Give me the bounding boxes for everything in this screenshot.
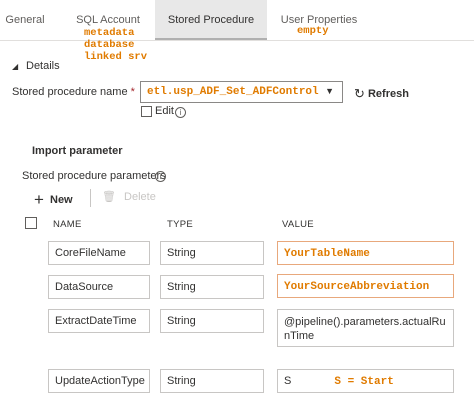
value-annotation: S = Start (334, 376, 394, 388)
annotation-line: linked srv (84, 51, 148, 63)
toolbar-divider (90, 189, 91, 207)
edit-label: Edit (155, 105, 174, 117)
param-type-field[interactable]: String (160, 241, 264, 265)
trash-icon: 🗑 (102, 191, 116, 203)
new-button[interactable]: + New (34, 188, 73, 209)
collapse-triangle-icon[interactable]: ◢ (12, 62, 18, 71)
param-value-text: YourSourceAbbreviation (284, 281, 430, 293)
tab-sql-account-label: SQL Account (76, 14, 140, 26)
sql-account-annotation: metadata database linked srv (84, 27, 147, 63)
sp-name-label: Stored procedure name * (12, 86, 135, 98)
param-value-field[interactable]: S S = Start (277, 369, 454, 393)
tab-general[interactable]: General (0, 0, 50, 40)
param-name-field[interactable]: DataSource (48, 275, 150, 299)
chevron-down-icon: ▼ (325, 86, 334, 96)
param-value-field[interactable]: YourTableName (277, 241, 454, 265)
refresh-icon: ↻ (354, 86, 365, 101)
delete-button[interactable]: 🗑 Delete (102, 190, 156, 203)
sp-name-value: etl.usp_ADF_Set_ADFControl (147, 86, 319, 98)
new-label: New (50, 194, 73, 206)
sp-name-label-text: Stored procedure name (12, 86, 128, 98)
annotation-line: database (84, 39, 135, 51)
info-icon[interactable]: i (175, 107, 186, 118)
param-value-textarea[interactable]: @pipeline().parameters.actualRunTime (277, 309, 454, 347)
select-all-checkbox[interactable] (25, 217, 37, 229)
params-info-icon[interactable]: i (155, 171, 166, 182)
param-type-field[interactable]: String (160, 309, 264, 333)
param-value-field[interactable]: YourSourceAbbreviation (277, 274, 454, 298)
annotation-line: metadata (84, 27, 135, 39)
required-mark: * (130, 86, 135, 98)
refresh-button[interactable]: ↻ Refresh (354, 85, 409, 101)
column-header-type: TYPE (167, 219, 194, 230)
import-parameter-heading: Import parameter (32, 145, 123, 157)
user-properties-annotation: empty (297, 25, 329, 37)
tab-general-label: General (5, 14, 45, 26)
sp-name-select[interactable]: etl.usp_ADF_Set_ADFControl ▼ (140, 81, 343, 103)
column-header-name: NAME (53, 219, 82, 230)
edit-checkbox[interactable] (141, 106, 152, 117)
tab-stored-procedure[interactable]: Stored Procedure (155, 0, 267, 40)
param-name-field[interactable]: ExtractDateTime (48, 309, 150, 333)
param-value-text: YourTableName (284, 248, 370, 260)
column-header-value: VALUE (282, 219, 314, 230)
tab-bar: General SQL Account Stored Procedure Use… (0, 0, 474, 41)
tab-stored-procedure-label: Stored Procedure (167, 14, 255, 26)
plus-icon: + (34, 190, 44, 209)
refresh-label: Refresh (367, 88, 409, 100)
details-section-label: Details (26, 60, 60, 72)
sp-params-label: Stored procedure parameters (22, 170, 166, 182)
param-type-field[interactable]: String (160, 275, 264, 299)
delete-label: Delete (124, 191, 156, 203)
param-name-field[interactable]: UpdateActionType (48, 369, 150, 393)
param-type-field[interactable]: String (160, 369, 264, 393)
param-name-field[interactable]: CoreFileName (48, 241, 150, 265)
param-value-text: S (284, 375, 292, 387)
